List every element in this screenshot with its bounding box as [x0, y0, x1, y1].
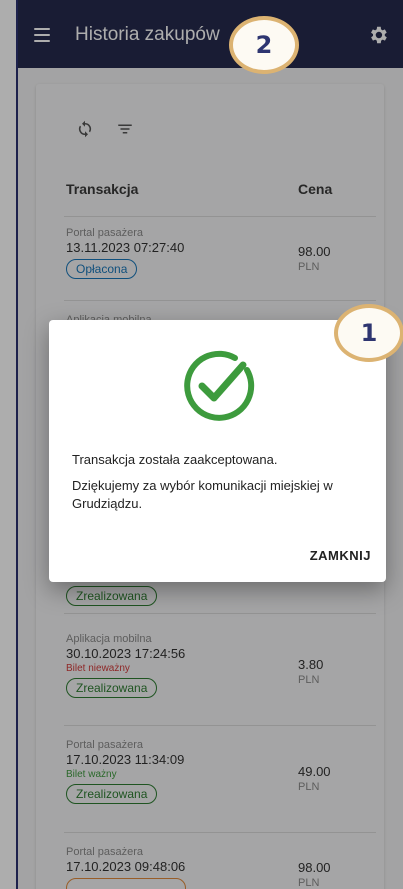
check-circle-icon: [184, 350, 255, 421]
annotation-marker-2: 2: [229, 16, 299, 74]
dialog-message: Transakcja została zaakceptowana. Dzięku…: [72, 451, 372, 521]
dialog-line-2: Dziękujemy za wybór komunikacji miejskie…: [72, 478, 333, 511]
annotation-marker-1: 1: [334, 304, 403, 362]
dialog-line-1: Transakcja została zaakceptowana.: [72, 452, 278, 467]
confirmation-dialog: Transakcja została zaakceptowana. Dzięku…: [49, 320, 386, 582]
close-button[interactable]: ZAMKNIJ: [310, 548, 371, 563]
